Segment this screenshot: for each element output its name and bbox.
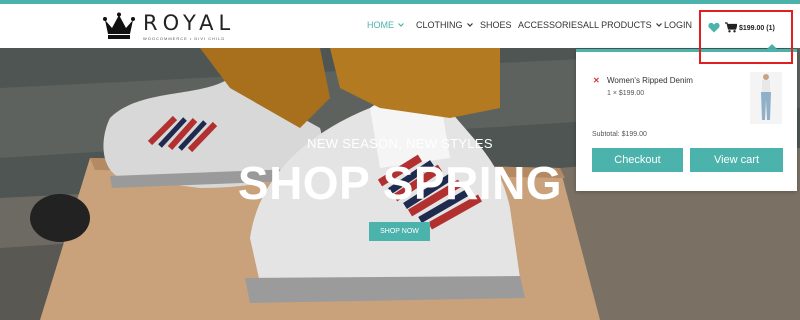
nav-item-login[interactable]: LOGIN [664,20,692,30]
shop-now-button[interactable]: SHOP NOW [369,222,430,241]
brand-logo[interactable]: ROYAL WooCommerce • Divi Child [103,12,235,44]
nav-item-label: SHOES [480,20,512,30]
nav-item-label: ACCESSORIES [518,20,584,30]
nav-item-accessories[interactable]: ACCESSORIES [518,20,583,30]
heart-icon[interactable] [708,22,720,33]
brand-tagline: WooCommerce • Divi Child [143,36,226,41]
cart-total[interactable]: $199.00 (1) [739,25,775,32]
nav-item-label: ALL PRODUCTS [583,20,652,30]
nav-item-label: HOME [367,20,394,30]
nav-item-clothing[interactable]: CLOTHING [416,20,473,30]
mini-cart-dropdown: ✕ Women's Ripped Denim 1 × $199.00 Subto… [576,49,797,191]
nav-item-label: LOGIN [664,20,693,30]
site-header: ROYAL WooCommerce • Divi Child HOME CLOT… [0,4,800,48]
cart-item-qty-price: 1 × $199.00 [607,90,645,97]
cart-subtotal: Subtotal: $199.00 [592,131,647,138]
chevron-down-icon [655,23,662,27]
cart-item-thumbnail[interactable] [750,72,782,124]
cart-icon[interactable] [725,22,737,33]
crown-icon [103,12,135,39]
cart-item-name[interactable]: Women's Ripped Denim [607,76,693,85]
checkout-button[interactable]: Checkout [592,148,683,172]
view-cart-button[interactable]: View cart [690,148,783,172]
brand-name: ROYAL [143,11,236,35]
chevron-down-icon [398,23,404,27]
nav-item-home[interactable]: HOME [367,20,404,30]
chevron-down-icon [466,23,473,27]
remove-item-icon[interactable]: ✕ [593,76,600,85]
nav-item-all-products[interactable]: ALL PRODUCTS [583,20,662,30]
nav-item-label: CLOTHING [416,20,463,30]
nav-item-shoes[interactable]: SHOES [480,20,512,30]
